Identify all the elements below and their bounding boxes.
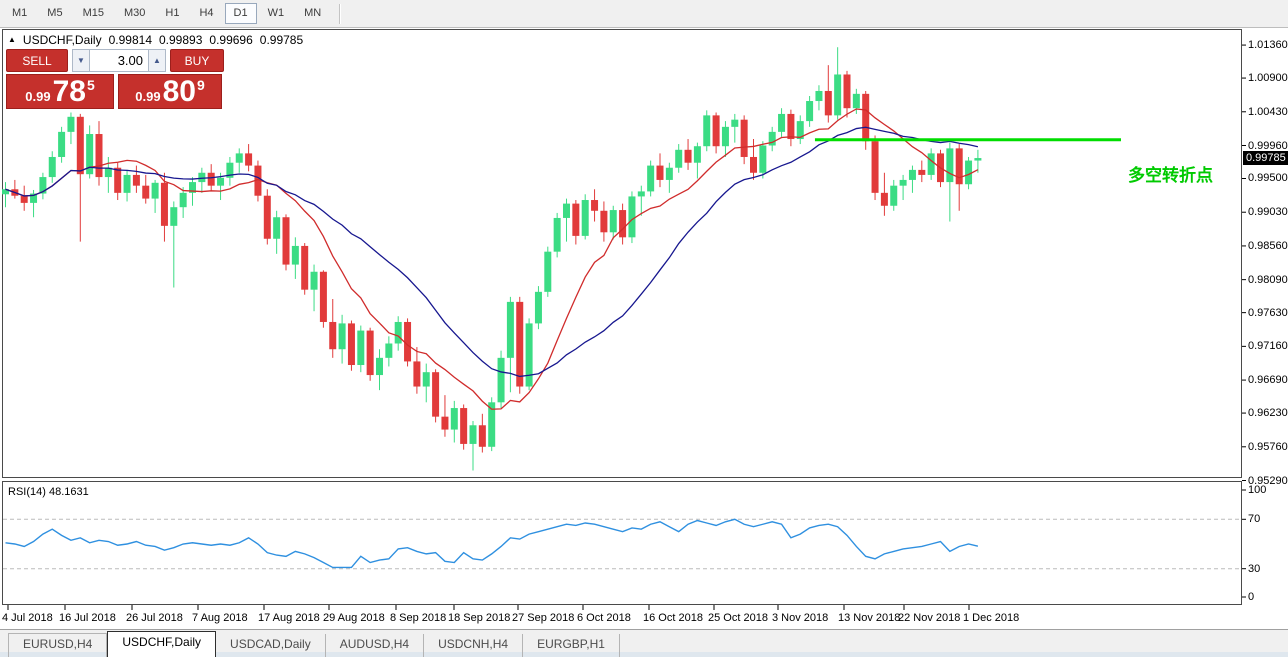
sell-button[interactable]: SELL [6,49,68,72]
rsi-indicator-label: RSI(14) 48.1631 [8,486,89,498]
timeframe-button-m1[interactable]: M1 [3,3,36,24]
price-axis-label: 1.01360 [1248,39,1288,51]
time-axis-label: 3 Nov 2018 [772,612,828,624]
time-axis-label: 25 Oct 2018 [708,612,768,624]
time-axis-label: 18 Sep 2018 [448,612,510,624]
rsi-axis-label: 0 [1248,591,1254,603]
chart-tab-usdchf-daily[interactable]: USDCHF,Daily [107,631,216,657]
chart-tab-audusd-h4[interactable]: AUDUSD,H4 [326,634,424,657]
collapse-panel-icon[interactable]: ▲ [8,34,16,46]
price-axis-label: 1.00430 [1248,106,1288,118]
price-axis-label: 0.96690 [1248,374,1288,386]
rsi-panel[interactable] [2,481,1242,605]
timeframe-toolbar: M1M5M15M30H1H4D1W1MN [0,0,1288,28]
timeframe-button-mn[interactable]: MN [295,3,330,24]
time-axis-label: 17 Aug 2018 [258,612,320,624]
price-axis-label: 0.98090 [1248,274,1288,286]
price-axis-label: 0.99500 [1248,172,1288,184]
price-axis-label: 0.95760 [1248,441,1288,453]
time-axis-label: 26 Jul 2018 [126,612,183,624]
timeframe-button-m15[interactable]: M15 [74,3,113,24]
time-axis-label: 27 Sep 2018 [512,612,574,624]
timeframe-button-h4[interactable]: H4 [190,3,222,24]
price-axis-label: 0.97630 [1248,307,1288,319]
ohlc-high: 0.99893 [159,33,202,47]
current-price-badge: 0.99785 [1243,151,1288,165]
chart-tab-usdcad-daily[interactable]: USDCAD,Daily [216,634,326,657]
price-axis-label: 0.97160 [1248,340,1288,352]
ohlc-low: 0.99696 [209,33,252,47]
mt4-terminal: { "toolbar": {"timeframes": ["M1","M5","… [0,0,1288,657]
sell-price-button[interactable]: 0.99 78 5 [6,74,114,109]
symbol-name: USDCHF,Daily [23,33,102,47]
timeframe-buttons: M1M5M15M30H1H4D1W1MN [2,3,331,24]
timeframe-button-m5[interactable]: M5 [38,3,71,24]
volume-stepper: ▼ 3.00 ▲ [72,49,166,72]
rsi-axis-label: 30 [1248,563,1260,575]
price-axis-label: 0.96230 [1248,407,1288,419]
sell-price-pip: 5 [87,77,95,93]
price-axis-label: 1.00900 [1248,72,1288,84]
timeframe-button-d1[interactable]: D1 [225,3,257,24]
timeframe-button-m30[interactable]: M30 [115,3,154,24]
price-axis-label: 0.99960 [1248,140,1288,152]
buy-price-pip: 9 [197,77,205,93]
one-click-trade-panel: SELL ▼ 3.00 ▲ BUY 0.99 78 5 0.99 80 9 [6,49,226,109]
time-axis-label: 1 Dec 2018 [963,612,1019,624]
rsi-axis-label: 100 [1248,484,1266,496]
time-axis-label: 29 Aug 2018 [323,612,385,624]
buy-price-button[interactable]: 0.99 80 9 [118,74,222,109]
chart-tab-eurgbp-h1[interactable]: EURGBP,H1 [523,634,620,657]
time-axis-label: 7 Aug 2018 [192,612,248,624]
time-axis-label: 4 Jul 2018 [2,612,53,624]
chart-tab-usdcnh-h4[interactable]: USDCNH,H4 [424,634,523,657]
price-axis-label: 0.98560 [1248,240,1288,252]
rsi-axis-label: 70 [1248,513,1260,525]
time-axis-label: 16 Jul 2018 [59,612,116,624]
price-axis-label: 0.99030 [1248,206,1288,218]
timeframe-button-w1[interactable]: W1 [259,3,294,24]
toolbar-separator [339,4,341,24]
ohlc-open: 0.99814 [109,33,152,47]
symbol-ohlc-bar: ▲ USDCHF,Daily 0.99814 0.99893 0.99696 0… [8,33,303,47]
time-axis-label: 16 Oct 2018 [643,612,703,624]
buy-price-big: 80 [163,76,196,108]
ohlc-close: 0.99785 [260,33,303,47]
chart-tab-eurusd-h4[interactable]: EURUSD,H4 [8,633,107,657]
time-axis-label: 13 Nov 2018 [838,612,900,624]
volume-increase-button[interactable]: ▲ [148,49,166,72]
buy-price-prefix: 0.99 [135,89,160,104]
time-axis-label: 6 Oct 2018 [577,612,631,624]
time-axis-label: 8 Sep 2018 [390,612,446,624]
volume-decrease-button[interactable]: ▼ [72,49,90,72]
sell-price-prefix: 0.99 [25,89,50,104]
sell-price-big: 78 [53,76,86,108]
volume-input[interactable]: 3.00 [90,49,148,72]
chart-annotation-text: 多空转折点 [1128,161,1213,186]
timeframe-button-h1[interactable]: H1 [156,3,188,24]
buy-button[interactable]: BUY [170,49,224,72]
time-axis-label: 22 Nov 2018 [898,612,960,624]
